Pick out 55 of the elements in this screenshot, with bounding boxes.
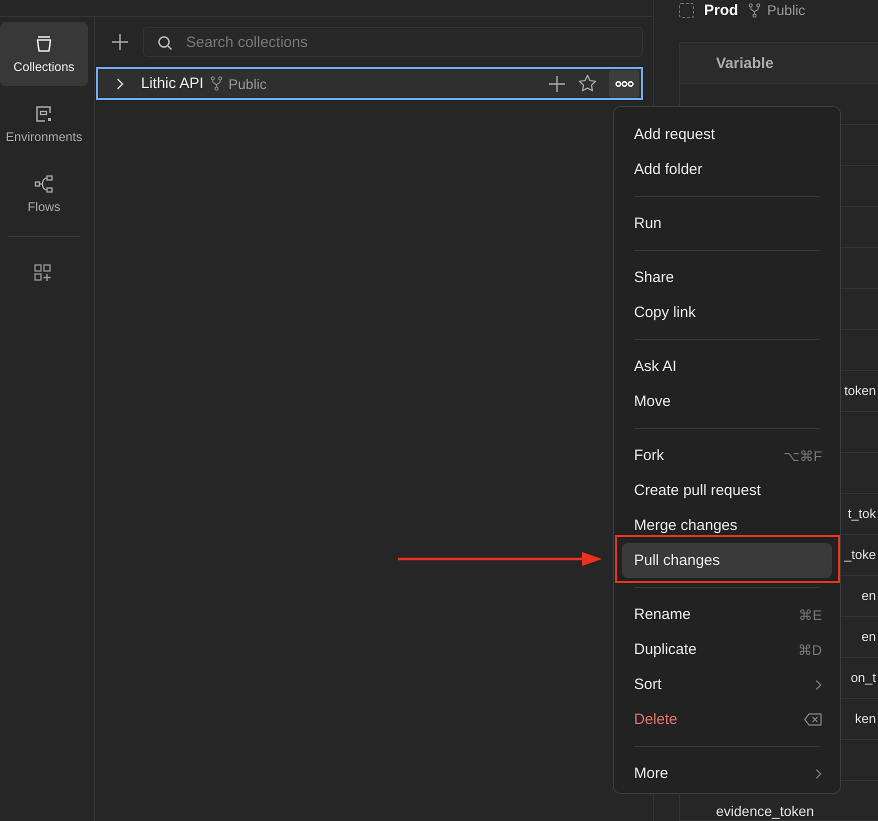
environment-icon (34, 104, 54, 124)
menu-item[interactable]: More (622, 756, 832, 791)
menu-item[interactable]: Merge changes (622, 508, 832, 543)
table-cell: evidence_token (716, 803, 814, 819)
table-cell: en (862, 629, 876, 645)
shortcut-label: ⌘E (798, 606, 822, 622)
visibility-label: Public (767, 2, 806, 18)
table-cell: on_t (850, 670, 876, 686)
menu-item[interactable]: Fork ⌥⌘F (622, 438, 832, 473)
table-cell: ken (855, 711, 876, 727)
table-cell: _toke (844, 547, 876, 563)
fork-icon (748, 2, 762, 18)
bin-icon (34, 34, 54, 54)
menu-item[interactable]: Add folder (622, 152, 832, 187)
fork-icon (210, 76, 223, 91)
table-cell: t_tok (848, 506, 876, 522)
sidebar-item[interactable]: Flows (0, 162, 88, 226)
sidebar-item[interactable]: Environments (0, 92, 88, 156)
chevron-icon[interactable] (116, 78, 124, 90)
menu-item[interactable]: Add request (622, 117, 832, 152)
more-button[interactable] (609, 70, 639, 98)
menu-item[interactable]: Ask AI (622, 349, 832, 384)
search-icon (157, 35, 173, 51)
menu-item[interactable]: Copy link (622, 295, 832, 330)
shortcut-label: ⌘D (798, 642, 822, 658)
arrow-icon (398, 551, 602, 567)
visibility-label: Public (228, 76, 267, 92)
menu-item[interactable]: Sort (622, 667, 832, 702)
menu-item[interactable]: Rename ⌘E (622, 597, 832, 632)
chevron-icon (815, 678, 822, 690)
collection-name: Lithic API (141, 75, 204, 92)
add-widget-icon[interactable] (33, 263, 53, 283)
collection-row[interactable]: Lithic API Public (96, 67, 643, 100)
menu-item[interactable]: Duplicate ⌘D (622, 632, 832, 667)
search-field[interactable]: Search collections (143, 27, 643, 57)
menu-item[interactable]: Create pull request (622, 473, 832, 508)
menu-item[interactable]: Pull changes (622, 543, 832, 578)
menu-item[interactable]: Run (622, 206, 832, 241)
chevron-icon (815, 768, 822, 780)
more-icon (614, 80, 634, 88)
backspace-icon (804, 713, 822, 726)
column-header: Variable (716, 54, 774, 72)
table-cell: token (844, 383, 876, 399)
menu-item[interactable]: Move (622, 384, 832, 419)
add-icon[interactable] (548, 74, 566, 92)
flows-icon (34, 174, 54, 194)
star-icon[interactable] (578, 74, 597, 93)
menu-item[interactable]: Delete (622, 702, 832, 737)
environment-name: Prod (704, 2, 738, 18)
sidebar-item[interactable]: Collections (0, 22, 88, 86)
shortcut-label: ⌥⌘F (783, 448, 822, 464)
add-icon[interactable] (111, 33, 129, 51)
table-cell: en (862, 588, 876, 604)
menu-item[interactable]: Share (622, 260, 832, 295)
checkbox-icon[interactable] (679, 2, 694, 18)
